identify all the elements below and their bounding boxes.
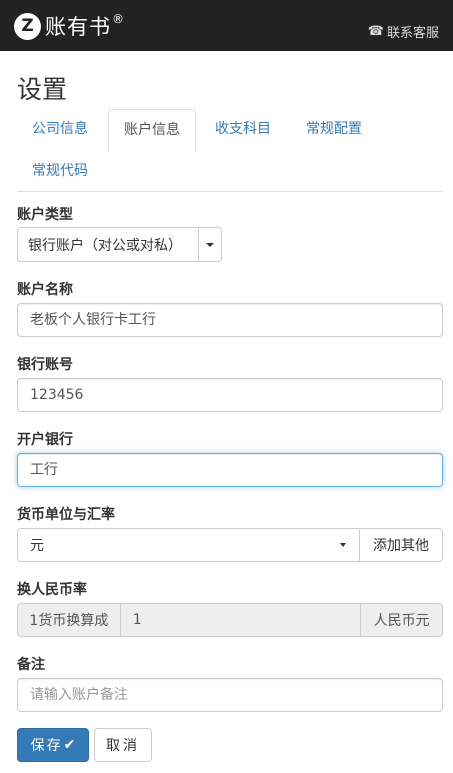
add-other-currency-button[interactable]: 添加其他 [359, 528, 443, 562]
exchange-rate-input-group: 1货币换算成 1 人民币元 [17, 603, 443, 637]
remark-input[interactable]: 请输入账户备注 [17, 678, 443, 712]
caret-down-icon [206, 242, 214, 247]
currency-value: 元 [30, 538, 44, 554]
tab-income-expense-subjects[interactable]: 收支科目 [200, 108, 286, 150]
account-name-input[interactable]: 老板个人银行卡工行 [17, 303, 443, 337]
currency-label: 货币单位与汇率 [17, 507, 115, 523]
exchange-rate-label: 换人民币率 [17, 582, 87, 598]
exchange-rate-input: 1 [119, 603, 362, 637]
account-type-label: 账户类型 [17, 207, 73, 223]
brand-logo[interactable]: Z 账有书 ® [14, 9, 124, 43]
logo-badge-icon: Z [14, 12, 41, 40]
caret-down-icon [340, 543, 346, 547]
tab-general-code[interactable]: 常规代码 [17, 150, 103, 192]
checkmark-icon: ✔ [63, 737, 76, 753]
brand-name: 账有书 [45, 15, 111, 39]
opening-bank-input[interactable]: 工行 [17, 453, 443, 487]
bank-account-label: 银行账号 [17, 357, 73, 373]
contact-service-label: 联系客服 [386, 26, 439, 41]
contact-service-link[interactable]: ☎ 联系客服 [368, 22, 439, 41]
bank-account-input[interactable]: 123456 [17, 378, 443, 412]
account-type-toggle[interactable] [198, 227, 222, 262]
save-button-label: 保存 [30, 738, 63, 754]
top-navbar: Z 账有书 ® ☎ 联系客服 [0, 0, 453, 51]
cancel-button[interactable]: 取消 [94, 728, 152, 762]
currency-input-group: 元 添加其他 [17, 528, 443, 562]
exchange-rate-suffix: 人民币元 [360, 603, 443, 637]
exchange-rate-prefix: 1货币换算成 [17, 603, 121, 637]
account-type-dropdown: 银行账户（对公或对私） [17, 227, 222, 262]
save-button[interactable]: 保存 ✔ [17, 728, 89, 762]
opening-bank-label: 开户银行 [17, 432, 73, 448]
currency-select[interactable]: 元 [17, 528, 360, 562]
tab-account-info[interactable]: 账户信息 [108, 109, 196, 152]
phone-icon: ☎ [367, 24, 384, 39]
account-type-button[interactable]: 银行账户（对公或对私） [17, 227, 199, 262]
page-title: 设置 [17, 75, 68, 104]
settings-tabs: 公司信息 账户信息 收支科目 常规配置 常规代码 [17, 108, 443, 192]
account-name-label: 账户名称 [17, 282, 73, 298]
tab-company-info[interactable]: 公司信息 [17, 108, 103, 150]
registered-mark: ® [112, 12, 124, 26]
remark-label: 备注 [17, 657, 45, 673]
tab-general-config[interactable]: 常规配置 [291, 108, 377, 150]
